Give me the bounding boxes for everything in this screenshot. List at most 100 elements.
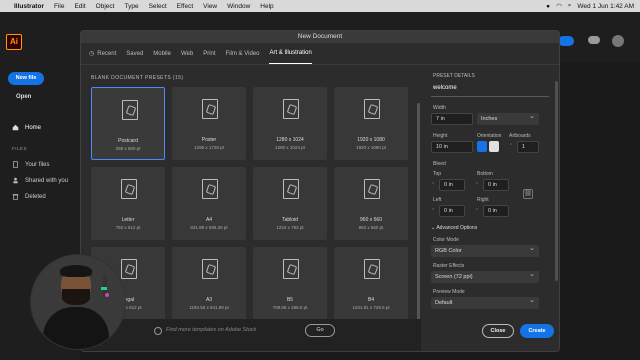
preset-name: Postcard [118, 138, 138, 144]
home-icon [12, 124, 19, 131]
artboards-input[interactable]: 1 [517, 141, 539, 153]
color-mode-select[interactable]: RGB Color [431, 243, 539, 257]
cloud-icon[interactable] [588, 36, 600, 44]
preset-card-a3[interactable]: A3 1190.55 x 841.89 pt [172, 247, 246, 320]
menu-edit[interactable]: Edit [74, 3, 85, 10]
people-icon [13, 177, 18, 184]
go-button[interactable]: Go [305, 324, 335, 337]
preset-size: 792 x 612 pt [115, 225, 141, 230]
width-input[interactable]: 7 in [431, 113, 473, 125]
record-icon[interactable]: ● [546, 3, 550, 10]
create-button[interactable]: Create [520, 324, 554, 338]
tab-recent[interactable]: ◷ Recent [89, 50, 116, 64]
menu-window[interactable]: Window [227, 3, 250, 10]
menu-effect[interactable]: Effect [177, 3, 194, 10]
preset-name: 960 x 560 [360, 217, 382, 223]
nav-shared[interactable]: Shared with you [12, 177, 68, 184]
header-action-button[interactable] [558, 36, 574, 46]
wifi-icon[interactable]: ◠ [556, 2, 562, 10]
nav-home[interactable]: Home [12, 124, 41, 131]
raster-effects-select[interactable]: Screen (72 ppi) [431, 269, 539, 283]
units-select[interactable]: Inches [477, 111, 539, 125]
tab-saved[interactable]: Saved [126, 51, 143, 64]
preset-name: B4 [367, 297, 375, 303]
preset-size: 708.66 x 498.9 pt [272, 305, 308, 310]
tab-web[interactable]: Web [181, 51, 193, 64]
preset-card-b4[interactable]: B4 1031.81 x 728.5 pt [334, 247, 408, 320]
preset-card-tabloid[interactable]: Tabloid 1224 x 792 pt [253, 167, 327, 240]
new-file-button[interactable]: New file [8, 72, 44, 85]
preset-card-letter[interactable]: Letter 792 x 612 pt [91, 167, 165, 240]
presets-scrollbar[interactable] [417, 103, 420, 351]
details-heading: PRESET DETAILS [433, 73, 475, 79]
stock-search-input[interactable]: Find more templates on Adobe Stock [166, 327, 256, 333]
artboards-stepper-icon[interactable]: ⌃ [509, 143, 513, 149]
document-name-input[interactable]: welcome [433, 85, 457, 91]
nav-home-label: Home [25, 124, 42, 131]
bleed-right-input[interactable]: 0 in [483, 205, 509, 217]
preview-mode-select[interactable]: Default [431, 295, 539, 309]
bleed-top-stepper-icon[interactable]: ⌃ [431, 182, 435, 188]
bleed-right-stepper-icon[interactable]: ⌃ [475, 208, 479, 214]
files-heading: FILES [12, 146, 28, 151]
preset-size: 1280 x 1024 pt [275, 145, 305, 150]
preset-name: Poster [201, 137, 217, 143]
bleed-left-stepper-icon[interactable]: ⌃ [431, 208, 435, 214]
preview-mode-label: Preview Mode [433, 289, 465, 295]
tab-mobile[interactable]: Mobile [153, 51, 171, 64]
document-icon [283, 259, 299, 279]
menu-help[interactable]: Help [260, 3, 273, 10]
preset-name: A3 [205, 297, 213, 303]
bleed-label: Bleed [433, 161, 446, 167]
nav-your-files-label: Your files [25, 161, 50, 168]
status-area: ● ◠ ⌕ Wed 1 Jun 1:42 AM [546, 2, 634, 10]
tab-film-video[interactable]: Film & Video [226, 51, 260, 64]
portrait-orientation-icon[interactable] [477, 141, 487, 152]
menu-app-name[interactable]: Illustrator [14, 3, 44, 10]
bleed-bottom-input[interactable]: 0 in [483, 179, 509, 191]
clock[interactable]: Wed 1 Jun 1:42 AM [577, 3, 634, 10]
preset-card-b5[interactable]: B5 708.66 x 498.9 pt [253, 247, 327, 320]
preset-card-960x560[interactable]: 960 x 560 960 x 560 pt [334, 167, 408, 240]
led-light [101, 287, 107, 290]
preset-card-postcard[interactable]: Postcard 288 x 560 pt [91, 87, 165, 160]
document-icon [202, 99, 218, 119]
preset-size: 288 x 560 pt [115, 146, 141, 151]
landscape-orientation-icon[interactable] [489, 141, 499, 152]
ai-logo: Ai [6, 34, 22, 50]
tab-print[interactable]: Print [203, 51, 215, 64]
open-button[interactable]: Open [16, 94, 31, 100]
preset-name: B5 [286, 297, 294, 303]
new-document-dialog: New Document ◷ Recent Saved Mobile Web P… [80, 30, 560, 352]
menu-select[interactable]: Select [149, 3, 167, 10]
avatar[interactable] [612, 35, 624, 47]
menu-object[interactable]: Object [96, 3, 115, 10]
search-icon [154, 327, 162, 335]
width-label: Width [433, 105, 446, 111]
nav-your-files[interactable]: Your files [12, 161, 49, 168]
height-input[interactable]: 10 in [431, 141, 473, 153]
panel-scrollbar[interactable] [555, 81, 558, 281]
menu-view[interactable]: View [203, 3, 217, 10]
preset-card-1920x1080[interactable]: 1920 x 1080 1920 x 1080 pt [334, 87, 408, 160]
document-icon [364, 259, 380, 279]
chevron-down-icon: ⌄ [431, 225, 436, 231]
preset-card-a4[interactable]: A4 841.89 x 595.28 pt [172, 167, 246, 240]
document-icon [283, 179, 299, 199]
bleed-top-input[interactable]: 0 in [439, 179, 465, 191]
search-menu-icon[interactable]: ⌕ [568, 2, 572, 10]
preset-size: 1920 x 1080 pt [356, 145, 386, 150]
tab-art-illustration[interactable]: Art & Illustration [269, 50, 312, 64]
led-light-pink [105, 293, 109, 297]
link-bleed-icon[interactable]: ⛓ [523, 189, 533, 199]
menu-type[interactable]: Type [124, 3, 138, 10]
close-button[interactable]: Close [482, 324, 514, 338]
advanced-options-toggle[interactable]: ⌄ Advanced Options [431, 225, 477, 231]
bleed-left-input[interactable]: 0 in [439, 205, 465, 217]
menu-file[interactable]: File [54, 3, 64, 10]
nav-deleted[interactable]: Deleted [12, 193, 46, 200]
preset-card-poster[interactable]: Poster 1296 x 1728 pt [172, 87, 246, 160]
nav-shared-label: Shared with you [25, 177, 69, 184]
bleed-bottom-stepper-icon[interactable]: ⌃ [475, 182, 479, 188]
preset-card-1280x1024[interactable]: 1280 x 1024 1280 x 1024 pt [253, 87, 327, 160]
